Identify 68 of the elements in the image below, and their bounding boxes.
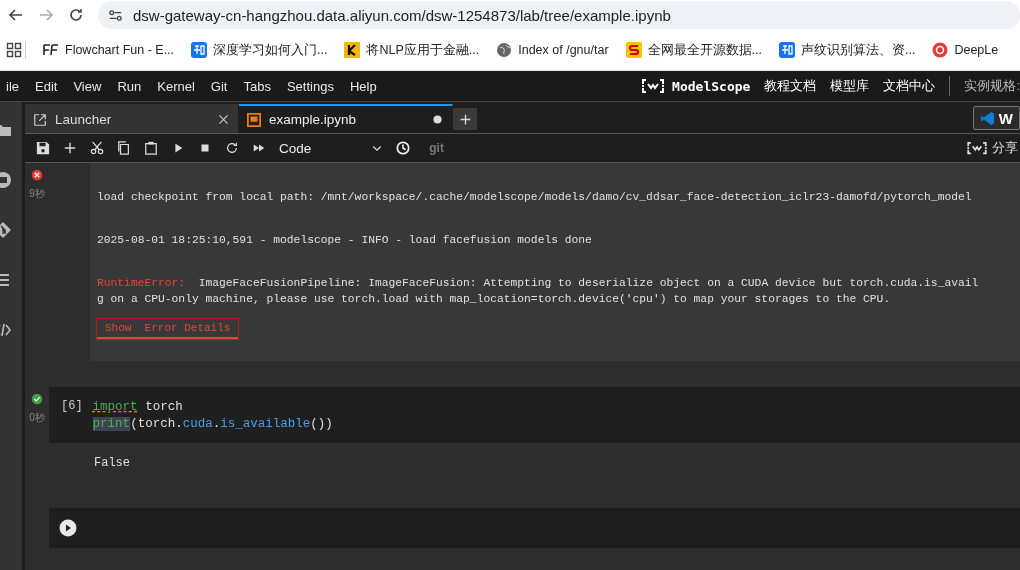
back-icon[interactable] — [8, 7, 24, 23]
clock-icon[interactable] — [396, 141, 411, 155]
success-check-icon — [31, 393, 43, 405]
output-line: False — [93, 455, 131, 471]
menu-item[interactable]: ile — [0, 78, 27, 94]
modelscope-logo-icon — [640, 78, 667, 94]
empty-code-cell[interactable] — [49, 508, 1020, 548]
menu-item[interactable]: Help — [341, 78, 385, 94]
header-link[interactable]: 模型库 — [830, 77, 870, 95]
paste-icon[interactable] — [144, 141, 158, 155]
address-bar[interactable]: dsw-gateway-cn-hangzhou.data.aliyun.com/dsw-1254873/lab/tree/example.ipynb — [98, 1, 1020, 29]
header-link[interactable]: 文档中心 — [883, 77, 936, 95]
menu-item[interactable]: Tabs — [235, 78, 279, 94]
brand-name: ModelScope — [672, 78, 751, 94]
globe-icon — [496, 42, 513, 58]
menu-item[interactable]: Git — [202, 78, 236, 94]
k-logo-icon — [344, 42, 361, 58]
output-line: RuntimeError: ImageFaceFusionPipeline: ImageFaceFusion: Attempting to deserialize object on a CUDA device but torch.cuda.is_avail — [97, 276, 979, 291]
menu-item[interactable]: Edit — [27, 78, 66, 94]
plus-icon[interactable] — [63, 141, 77, 155]
close-icon[interactable] — [217, 113, 230, 126]
output-line: load checkpoint from local path: /mnt/workspace/.cache/modelscope/models/damo/cv_ddsar_face-detection_iclr23-damofd/pytorch_model — [97, 190, 972, 205]
external-window-icon — [33, 112, 47, 127]
bookmark[interactable]: DeepLe — [932, 42, 999, 58]
square-logo-icon — [779, 42, 795, 58]
code-line: print(torch.cuda.is_available()) — [92, 416, 333, 433]
git-button[interactable]: git — [429, 141, 444, 155]
menu-item[interactable]: View — [65, 78, 110, 94]
notebook-icon — [247, 112, 261, 127]
apps-grid-icon[interactable] — [6, 42, 22, 58]
code-cell-input[interactable]: [6] import torch print(torch.cuda.is_available()) — [49, 387, 1020, 443]
output-line: 2025-08-01 18:25:10,591 - modelscope - INFO - load facefusion models done — [97, 233, 592, 248]
vscode-logo-icon — [979, 110, 995, 126]
tab[interactable]: Launcher — [25, 104, 239, 133]
cell-type-dropdown[interactable]: Code — [279, 140, 384, 156]
execution-count: [6] — [61, 399, 83, 415]
execution-time: 9秒 — [29, 187, 45, 201]
menu-item[interactable]: Run — [109, 78, 150, 94]
cut-icon[interactable] — [90, 141, 104, 155]
plus-icon — [458, 112, 472, 126]
error-status-icon — [31, 169, 43, 181]
reload-icon[interactable] — [68, 7, 84, 23]
copy-icon[interactable] — [117, 141, 131, 155]
square-logo-icon — [191, 42, 208, 58]
bookmark[interactable]: 深度学习如何入门... — [191, 41, 328, 59]
execution-time: 0秒 — [29, 411, 45, 425]
save-icon[interactable] — [36, 141, 50, 155]
run-cell-icon[interactable] — [59, 519, 77, 537]
site-settings-icon[interactable] — [108, 7, 123, 23]
share-button[interactable]: 分享 — [966, 139, 1018, 157]
bookmark[interactable]: 声纹识别算法、资... — [779, 41, 916, 59]
spec-label: 实例规格: — [964, 77, 1020, 95]
bookmark[interactable]: 将NLP应用于金融... — [344, 41, 480, 59]
bookmark[interactable]: Flowchart Fun - E... — [43, 42, 175, 58]
header-link[interactable]: 教程文档 — [764, 77, 817, 95]
menu-item[interactable]: Kernel — [149, 78, 203, 94]
ring-logo-icon — [932, 42, 949, 58]
bookmark[interactable]: Index of /gnu/tar — [496, 42, 609, 58]
menu-item[interactable]: Settings — [278, 78, 342, 94]
bookmark[interactable]: 全网最全开源数据... — [625, 41, 762, 59]
modelscope-logo-icon — [966, 141, 988, 155]
ff-logo-icon — [43, 42, 59, 58]
s-logo-icon — [625, 42, 642, 58]
restart-icon[interactable] — [225, 141, 239, 155]
output-line: g on a CPU-only machine, please use torch.load with map_location=torch.device('cpu') to map your storages to the CPU. — [97, 292, 891, 307]
code-line: import torch — [92, 399, 184, 416]
new-tab-button[interactable] — [453, 108, 477, 130]
vscode-button[interactable]: W — [972, 106, 1020, 130]
